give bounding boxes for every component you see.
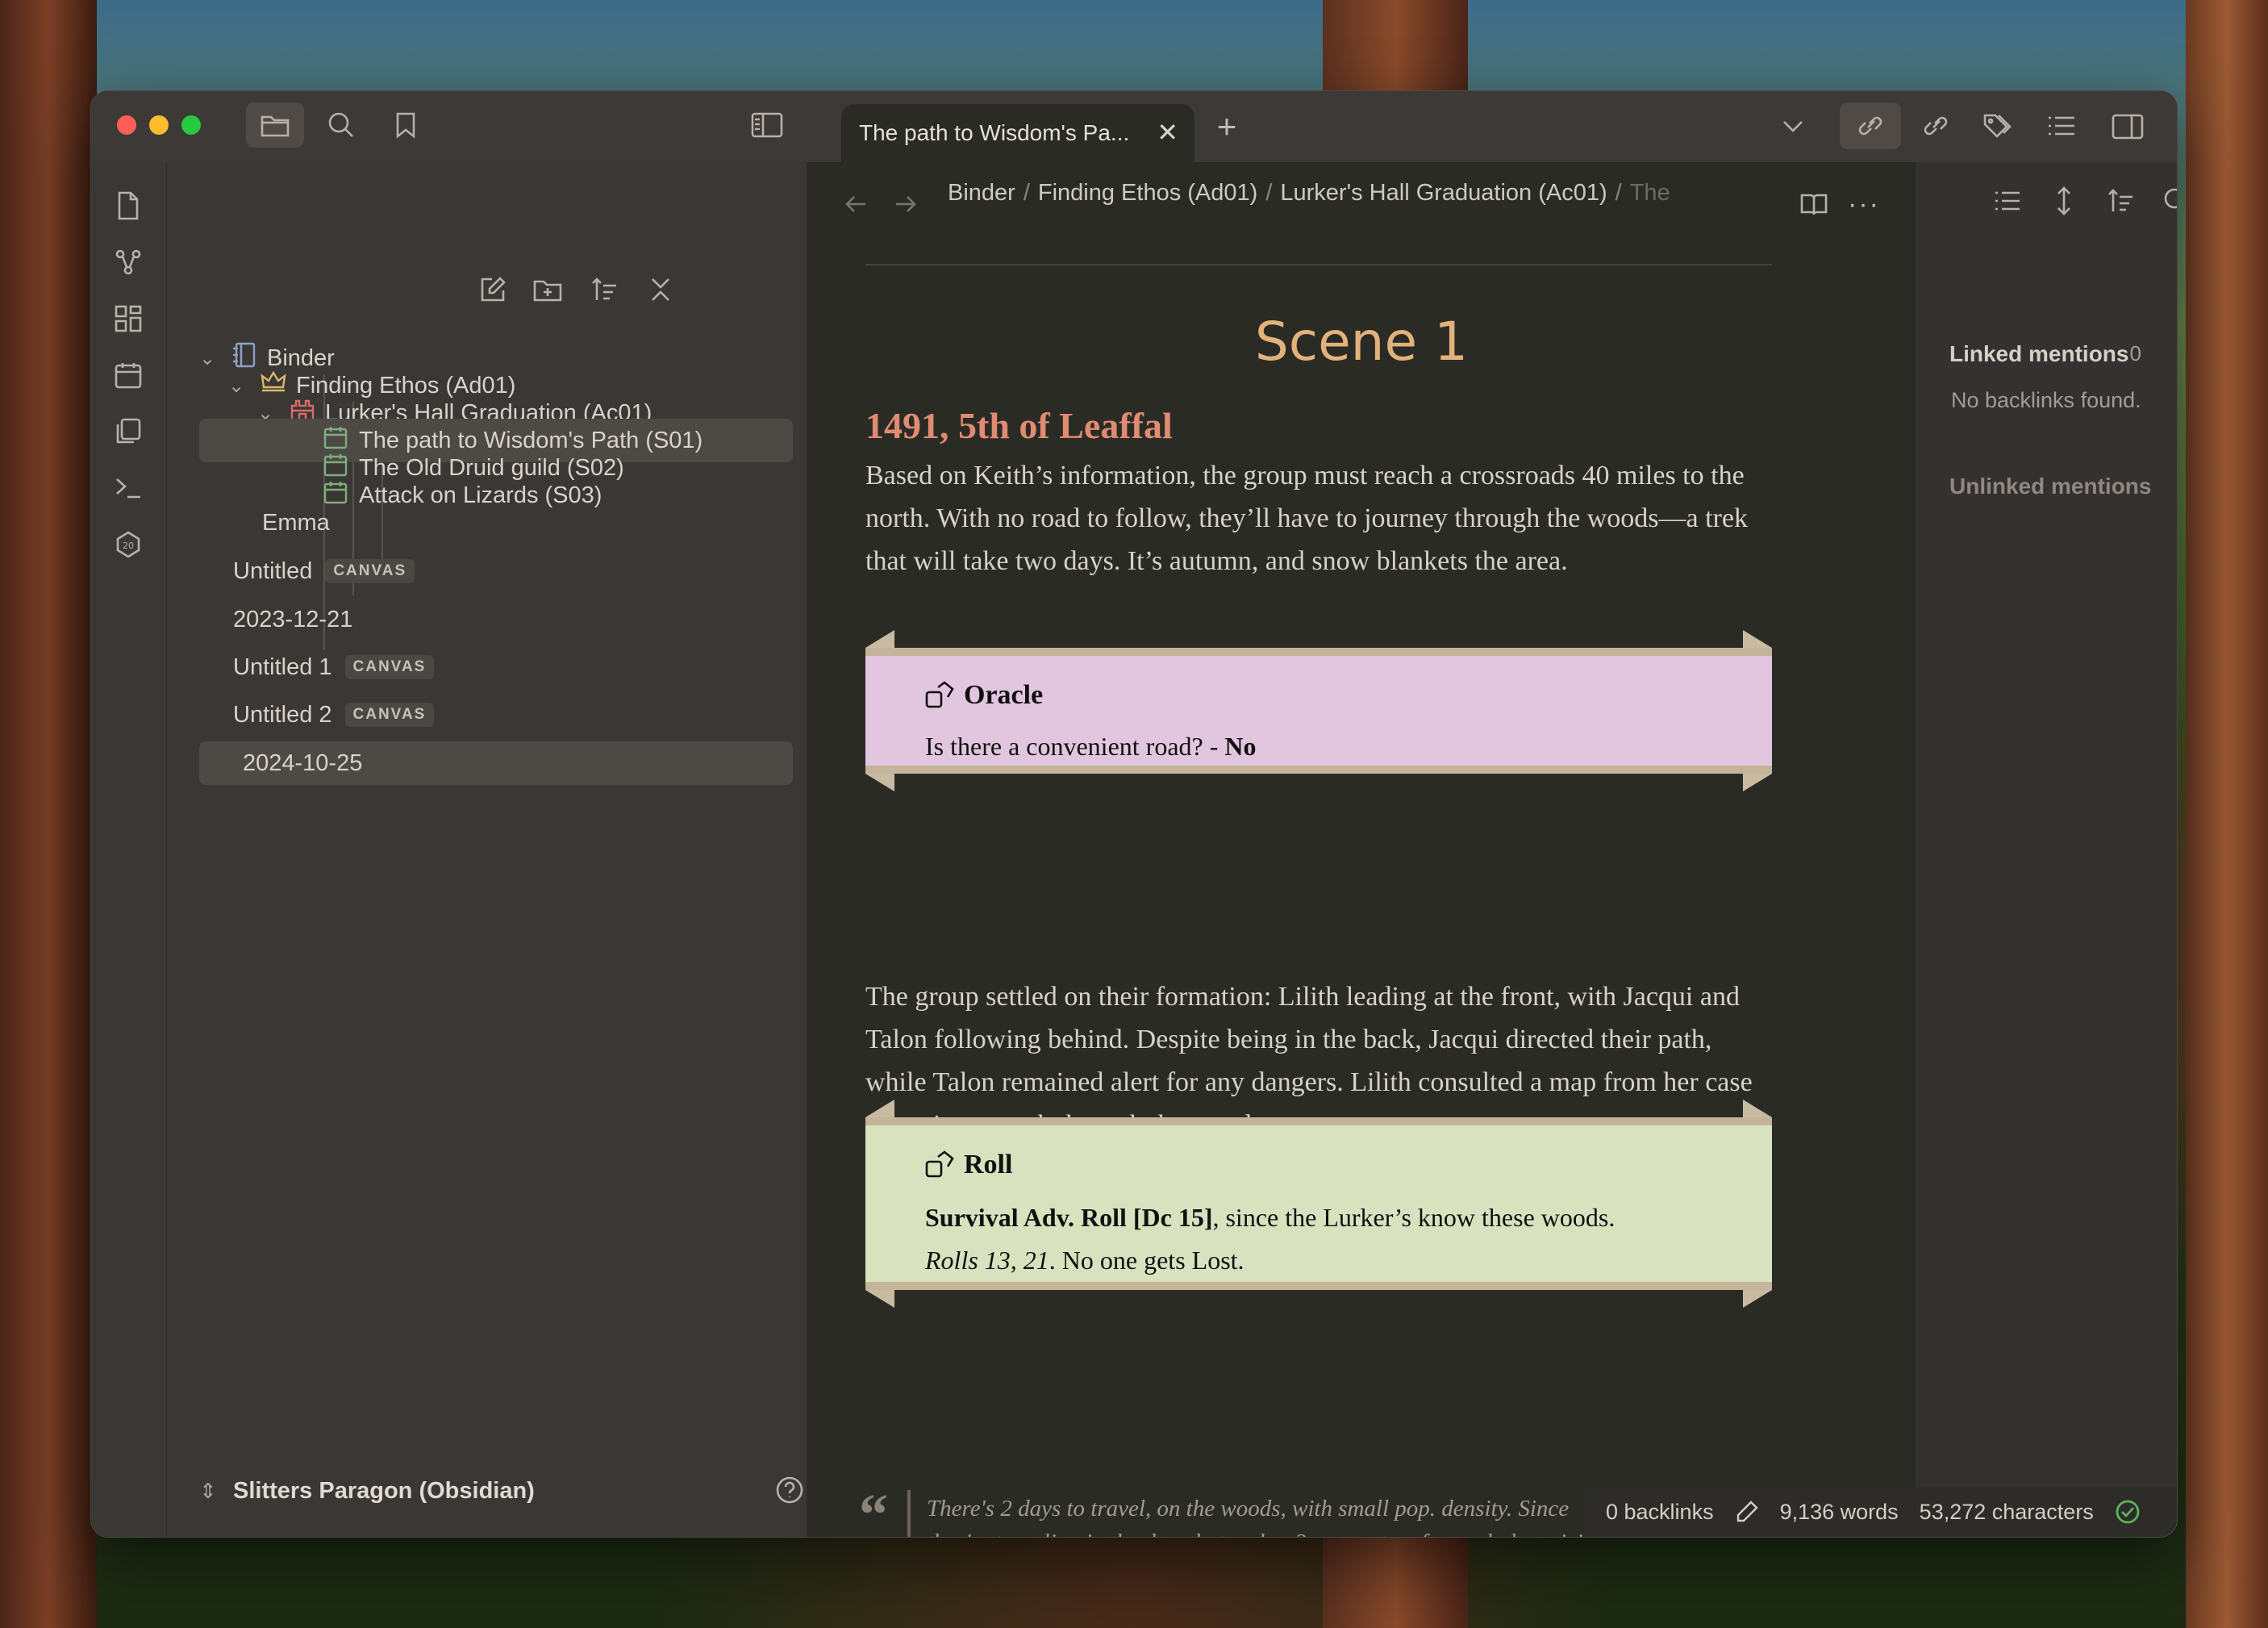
zoom-window-button[interactable] — [181, 115, 201, 135]
status-backlinks[interactable]: 0 backlinks — [1606, 1500, 1714, 1525]
sort-icon[interactable] — [588, 273, 620, 306]
quote-mark-icon: “ — [859, 1482, 888, 1538]
breadcrumb-item[interactable]: Binder — [948, 180, 1015, 206]
tags-icon[interactable] — [1978, 107, 2019, 144]
new-tab-icon[interactable]: + — [1211, 107, 1243, 145]
reading-view-icon[interactable] — [1798, 188, 1830, 220]
breadcrumb-item[interactable]: Finding Ethos (Ad01) — [1038, 180, 1257, 206]
tree-item-untitled-1[interactable]: Untitled 1 CANVAS — [233, 645, 853, 689]
tree-label: Untitled 2 — [233, 701, 332, 728]
backlinks-icon[interactable] — [1840, 102, 1901, 149]
new-note-icon[interactable] — [477, 273, 509, 306]
tree-item-untitled-2[interactable]: Untitled 2 CANVAS — [233, 693, 853, 737]
canvas-badge: CANVAS — [344, 703, 435, 727]
roll-callout: Roll Survival Adv. Roll [Dc 15], since t… — [865, 1100, 1772, 1311]
oracle-callout: Oracle Is there a convenient road? - No — [865, 630, 1772, 795]
outline-icon[interactable] — [1991, 185, 2024, 217]
title-bar: The path to Wisdom's Pa... ✕ + — [91, 91, 2177, 162]
blockquote-bar — [907, 1490, 919, 1537]
tree-label: 2023-12-21 — [233, 606, 353, 632]
vault-switcher[interactable]: ⇕ Slitters Paragon (Obsidian) — [199, 1469, 651, 1513]
tree-item-2024-10-25[interactable]: 2024-10-25 — [199, 741, 793, 785]
tree-item-2023-12-21[interactable]: 2023-12-21 — [233, 598, 853, 641]
tree-item-untitled[interactable]: Untitled CANVAS — [233, 549, 853, 593]
breadcrumb: Binder / Finding Ethos (Ad01) / Lurker's Hal… — [948, 180, 1670, 206]
header-rule — [865, 264, 1772, 265]
right-sidebar-toggle-icon[interactable] — [2107, 109, 2148, 144]
chevron-down-icon[interactable]: ⌄ — [228, 374, 261, 398]
dice-roller-icon[interactable]: 20 — [112, 528, 144, 561]
more-options-icon[interactable]: ··· — [1848, 189, 1880, 219]
chevron-down-icon[interactable] — [1777, 114, 1809, 140]
dice-icon — [925, 681, 954, 708]
roll-result: Survival Adv. Roll [Dc 15], since the Lu… — [925, 1203, 1616, 1275]
back-arrow-icon[interactable] — [841, 190, 870, 219]
search-icon[interactable] — [2161, 185, 2177, 217]
tree-label: Emma — [262, 509, 330, 536]
chevron-up-down-icon: ⇕ — [199, 1478, 217, 1503]
tree-label: Untitled — [233, 557, 313, 584]
encounter-quote: There's 2 days to travel, on the woods, … — [927, 1496, 1624, 1537]
dice-icon — [925, 1150, 954, 1178]
left-sidebar: 20 ⌄ Binder ⌄ Finding Ethos (Ad01) ⌄ Lur… — [91, 162, 853, 1537]
tab-active-note[interactable]: The path to Wisdom's Pa... ✕ — [841, 104, 1194, 162]
pencil-icon[interactable] — [1735, 1500, 1759, 1524]
status-words: 9,136 words — [1779, 1499, 1899, 1524]
date-heading: 1491, 5th of Leaffal — [865, 405, 1173, 446]
svg-text:20: 20 — [123, 541, 134, 551]
sidebar-toggle-icon[interactable] — [749, 109, 785, 141]
chevron-down-icon[interactable]: ⌄ — [199, 347, 231, 370]
calendar-icon[interactable] — [112, 359, 144, 391]
linked-mentions-count: 0 — [2129, 341, 2141, 365]
breadcrumb-item[interactable]: Lurker's Hall Graduation (Ac01) — [1280, 180, 1607, 206]
outline-icon[interactable] — [2041, 107, 2082, 144]
search-icon[interactable] — [325, 109, 357, 141]
roll-title: Roll — [925, 1150, 1712, 1180]
unlinked-mentions-label[interactable]: Unlinked mentions — [1949, 474, 2151, 499]
no-backlinks-text: No backlinks found. — [1951, 388, 2141, 412]
close-window-button[interactable] — [117, 115, 136, 135]
canvas-icon[interactable] — [112, 303, 144, 335]
tree-label: Untitled 1 — [233, 653, 332, 680]
tree-label: 2024-10-25 — [243, 749, 363, 776]
linked-mentions-label[interactable]: Linked mentions — [1949, 341, 2128, 367]
note-heading: Scene 1 — [1254, 311, 1469, 373]
oracle-title: Oracle — [925, 680, 1712, 711]
templates-icon[interactable] — [112, 415, 144, 448]
outgoing-links-icon[interactable] — [1916, 107, 1956, 144]
collapse-all-icon[interactable] — [644, 273, 677, 306]
help-icon[interactable] — [773, 1474, 806, 1506]
oracle-result: Is there a convenient road? - No — [925, 732, 1257, 761]
expand-vertical-icon[interactable] — [2048, 185, 2080, 217]
right-sidebar: Linked mentions 0 No backlinks found. Un… — [1916, 162, 2177, 1537]
folder-icon[interactable] — [246, 102, 304, 148]
vault-name: Slitters Paragon (Obsidian) — [233, 1477, 535, 1504]
tab-title: The path to Wisdom's Pa... — [859, 120, 1130, 145]
close-tab-icon[interactable]: ✕ — [1157, 119, 1178, 145]
minimize-window-button[interactable] — [149, 115, 169, 135]
new-folder-icon[interactable] — [532, 273, 564, 306]
obsidian-window: The path to Wisdom's Pa... ✕ + 20 ⌄ Bind… — [90, 90, 2178, 1538]
sort-icon[interactable] — [2104, 185, 2137, 217]
status-characters: 53,272 characters — [1919, 1499, 2094, 1524]
breadcrumb-item[interactable]: The — [1630, 180, 1670, 206]
file-explorer: ⌄ Binder ⌄ Finding Ethos (Ad01) ⌄ Lurker… — [167, 162, 853, 1537]
open-quick-switcher-icon[interactable] — [112, 190, 144, 222]
canvas-badge: CANVAS — [325, 559, 415, 583]
graph-view-icon[interactable] — [112, 246, 144, 278]
sync-check-icon[interactable] — [2115, 1499, 2141, 1525]
terminal-icon[interactable] — [112, 472, 144, 504]
canvas-badge: CANVAS — [344, 655, 435, 679]
ribbon: 20 — [91, 162, 167, 1537]
tree-item-emma[interactable]: Emma — [262, 501, 853, 545]
forward-arrow-icon[interactable] — [891, 190, 920, 219]
status-bar: 0 backlinks 9,136 words 53,272 character… — [1588, 1487, 2177, 1537]
bookmark-icon[interactable] — [390, 109, 422, 141]
paragraph-intro: Based on Keith’s information, the group … — [865, 461, 1748, 576]
